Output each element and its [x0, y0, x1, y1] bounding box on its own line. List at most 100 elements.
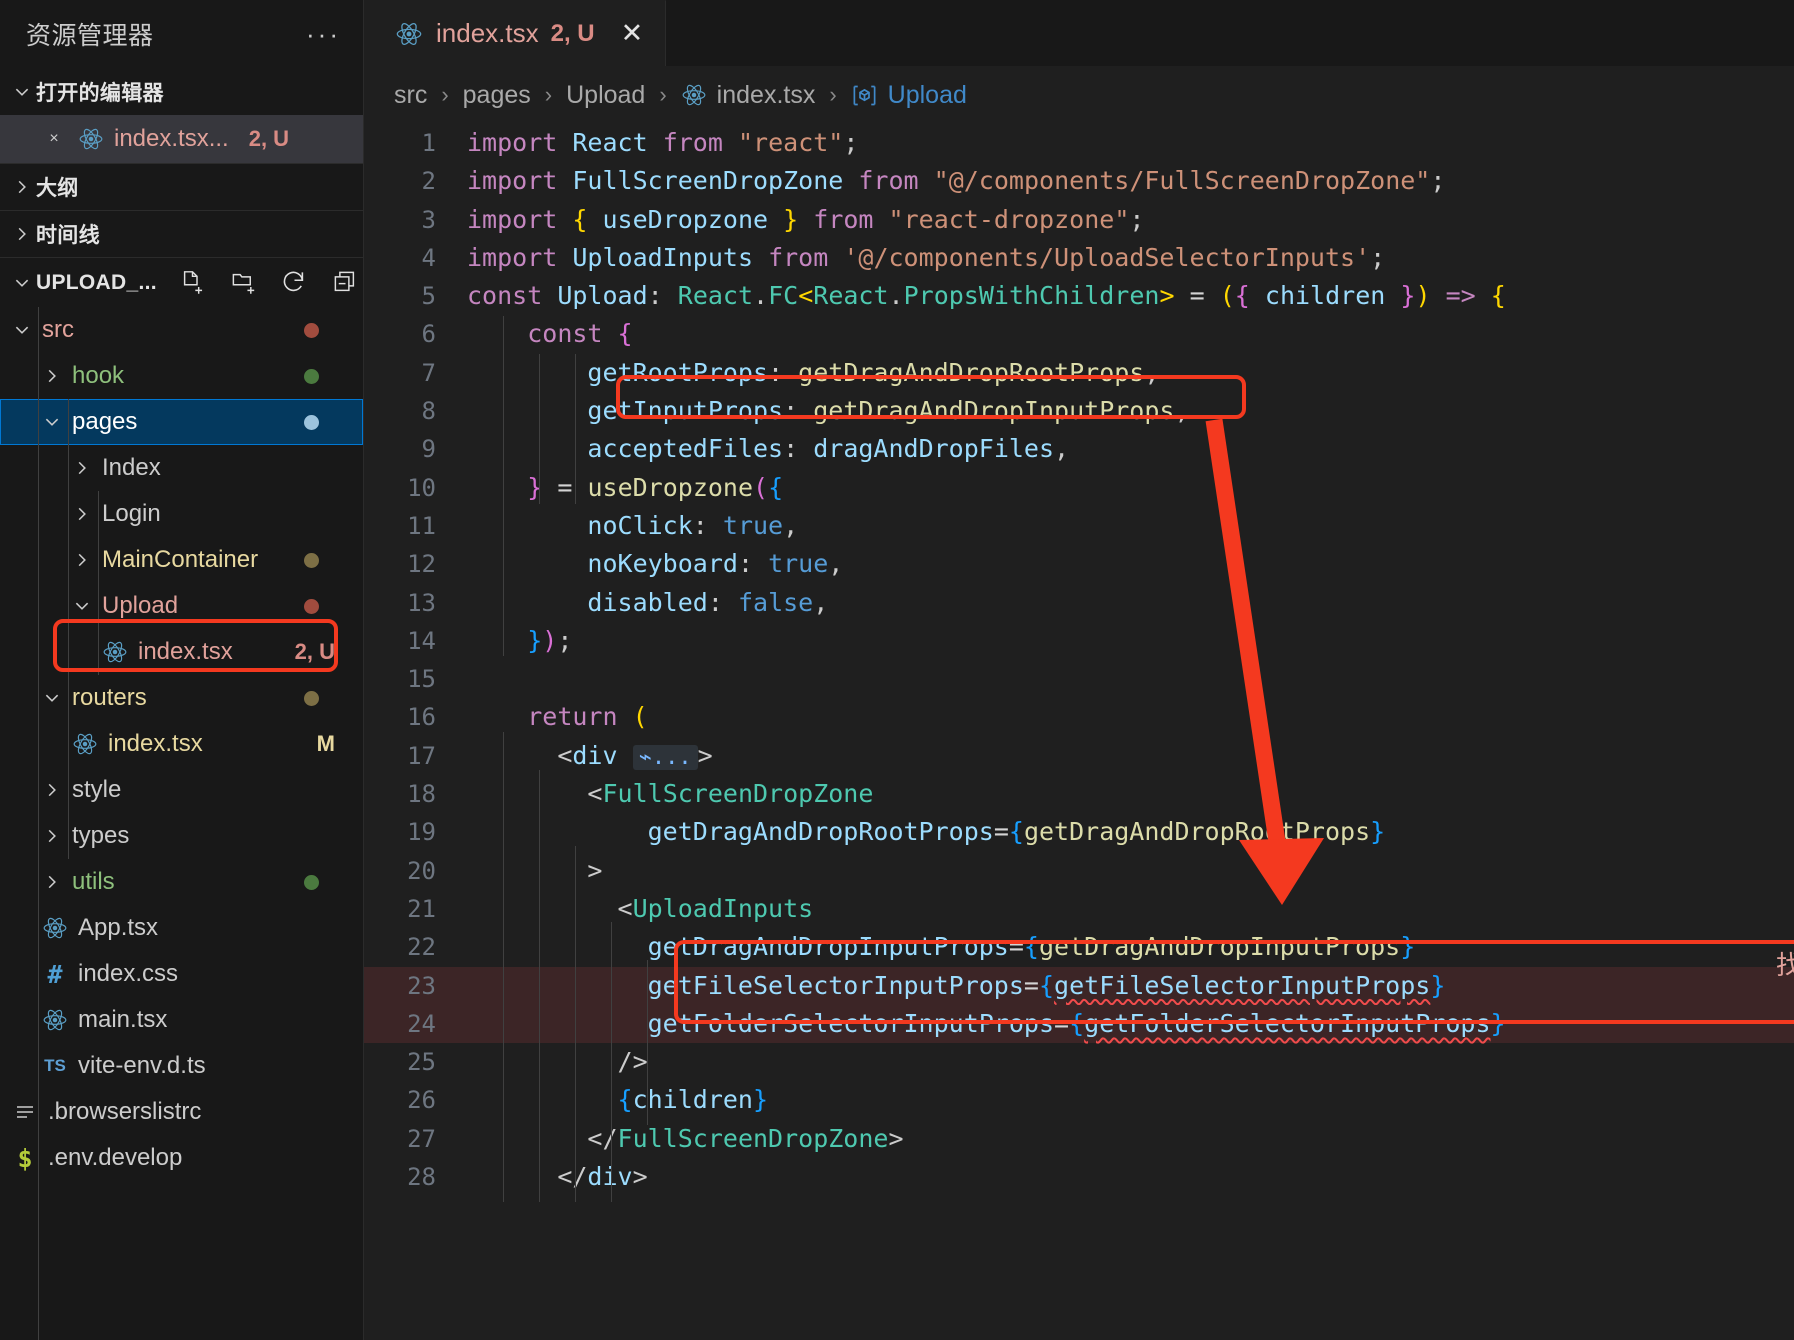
line-number: 18: [407, 780, 436, 809]
tree-item-login[interactable]: Login: [0, 491, 363, 537]
code-line-6[interactable]: 6 const {: [364, 315, 1794, 353]
section-outline[interactable]: 大纲: [0, 163, 363, 210]
tree-item-pages[interactable]: pages: [0, 399, 363, 445]
close-icon[interactable]: ✕: [621, 20, 644, 47]
tree-item-label: style: [72, 776, 122, 803]
code-line-18[interactable]: 18 <FullScreenDropZone: [364, 775, 1794, 813]
tree-item-index.css[interactable]: # index.css: [0, 951, 363, 997]
code-line-26[interactable]: 26 {children}: [364, 1081, 1794, 1119]
code-line-1[interactable]: 1 import React from "react";: [364, 124, 1794, 162]
tree-item-label: MainContainer: [102, 546, 259, 573]
tree-item-routers[interactable]: routers: [0, 675, 363, 721]
tree-item-label: utils: [72, 868, 115, 895]
tree-item-upload[interactable]: Upload: [0, 583, 363, 629]
code-line-8[interactable]: 8 getInputProps: getDragAndDropInputProp…: [364, 392, 1794, 430]
tree-item-hook[interactable]: hook: [0, 353, 363, 399]
tree-item-label: .browserslistrc: [48, 1098, 202, 1125]
code-line-4[interactable]: 4 import UploadInputs from '@/components/…: [364, 239, 1794, 277]
line-number: 15: [407, 665, 436, 694]
new-folder-icon[interactable]: [230, 269, 257, 296]
code-line-16[interactable]: 16 return (: [364, 698, 1794, 736]
close-icon[interactable]: ×: [34, 130, 74, 148]
tree-item-src[interactable]: src: [0, 307, 363, 353]
tree-item-main.tsx[interactable]: main.tsx: [0, 997, 363, 1043]
code-line-9[interactable]: 9 acceptedFiles: dragAndDropFiles,: [364, 430, 1794, 468]
refresh-icon[interactable]: [281, 269, 308, 296]
indent-guide: [98, 491, 99, 675]
code-editor[interactable]: 1 import React from "react"; 2 import FullS…: [364, 124, 1794, 1202]
line-content: getFolderSelectorInputProps={getFolderSe…: [647, 1008, 1506, 1038]
breadcrumb-item-upload[interactable]: Upload: [851, 81, 967, 110]
react-file-icon: [38, 1007, 72, 1033]
workspace-actions: [179, 269, 359, 296]
tree-item-index[interactable]: Index: [0, 445, 363, 491]
line-content: });: [527, 625, 573, 655]
code-line-23[interactable]: 23 getFileSelectorInputProps={getFileSel…: [364, 966, 1794, 1005]
code-line-5[interactable]: 5 const Upload: React.FC<React.PropsWithC…: [364, 277, 1794, 315]
react-file-icon: [98, 639, 132, 665]
code-line-24[interactable]: 24 getFolderSelectorInputProps={getFolde…: [364, 1004, 1794, 1044]
explorer-more-actions-icon[interactable]: ···: [306, 21, 341, 47]
code-line-7[interactable]: 7 getRootProps: getDragAndDropRootProps,: [364, 354, 1794, 392]
code-line-12[interactable]: 12 noKeyboard: true,: [364, 545, 1794, 583]
breadcrumb-label: Upload: [566, 80, 646, 109]
indent-guide: [575, 354, 576, 504]
chevron-right-icon: [38, 827, 66, 845]
tree-item-index.tsx[interactable]: index.tsx 2, U: [0, 629, 363, 675]
breadcrumb-item-index-tsx[interactable]: index.tsx: [681, 81, 815, 110]
tree-item-status-dot: [304, 598, 319, 614]
code-line-2[interactable]: 2 import FullScreenDropZone from "@/compo…: [364, 162, 1794, 200]
tree-item-utils[interactable]: utils: [0, 859, 363, 905]
line-number: 1: [421, 129, 436, 157]
tree-item-.env.develop[interactable]: $ .env.develop: [0, 1135, 363, 1181]
line-content: acceptedFiles: dragAndDropFiles,: [587, 434, 1070, 464]
tree-item-app.tsx[interactable]: App.tsx: [0, 905, 363, 951]
code-line-10[interactable]: 10 } = useDropzone({: [364, 469, 1794, 507]
line-number: 11: [407, 511, 436, 540]
section-timeline[interactable]: 时间线: [0, 210, 363, 257]
code-line-15[interactable]: 15: [364, 660, 1794, 698]
breadcrumb-item-src[interactable]: src: [394, 81, 427, 110]
line-number: 28: [407, 1163, 436, 1192]
breadcrumb-separator: ›: [829, 82, 837, 107]
workspace-header[interactable]: UPLOAD_...: [0, 257, 363, 307]
line-content: getRootProps: getDragAndDropRootProps,: [587, 357, 1160, 387]
tree-item-maincontainer[interactable]: MainContainer: [0, 537, 363, 583]
code-line-19[interactable]: 19 getDragAndDropRootProps={getDragAndDr…: [364, 813, 1794, 851]
code-line-21[interactable]: 21 <UploadInputs: [364, 890, 1794, 928]
tree-item-label: routers: [72, 684, 147, 711]
code-line-13[interactable]: 13 disabled: false,: [364, 584, 1794, 622]
tree-item-badge: 2, U: [294, 639, 335, 664]
tree-item-.browserslistrc[interactable]: .browserslistrc: [0, 1089, 363, 1135]
code-line-22[interactable]: 22 getDragAndDropInputProps={getDragAndD…: [364, 928, 1794, 966]
code-line-25[interactable]: 25 />: [364, 1043, 1794, 1081]
tree-item-vite-env.d.ts[interactable]: TS vite-env.d.ts: [0, 1043, 363, 1089]
collapse-all-icon[interactable]: [332, 269, 359, 296]
tree-item-types[interactable]: types: [0, 813, 363, 859]
tree-item-index.tsx[interactable]: index.tsx M: [0, 721, 363, 767]
code-line-17[interactable]: 17 <div ⌁... >: [364, 737, 1794, 775]
open-editor-item-index-tsx[interactable]: × index.tsx... 2, U: [0, 115, 363, 163]
line-number: 23: [407, 971, 436, 1000]
tree-item-label: Upload: [102, 592, 179, 619]
new-file-icon[interactable]: [179, 269, 206, 296]
code-line-20[interactable]: 20 >: [364, 852, 1794, 890]
section-open-editors[interactable]: 打开的编辑器: [0, 68, 363, 115]
open-editor-badge: 2, U: [248, 126, 290, 151]
tree-item-label: main.tsx: [78, 1006, 168, 1033]
breadcrumb-separator: ›: [544, 82, 553, 107]
breadcrumb-item-upload[interactable]: Upload: [566, 81, 645, 110]
code-line-27[interactable]: 27 </FullScreenDropZone>: [364, 1120, 1794, 1158]
code-line-11[interactable]: 11 noClick: true,: [364, 507, 1794, 545]
tree-item-style[interactable]: style: [0, 767, 363, 813]
line-number: 25: [407, 1048, 436, 1077]
tab-index-tsx[interactable]: index.tsx 2, U ✕: [364, 0, 667, 66]
code-line-28[interactable]: 28 </div>: [364, 1158, 1794, 1196]
line-content: />: [617, 1047, 648, 1077]
line-content: getFileSelectorInputProps={getFileSelect…: [647, 970, 1446, 1000]
code-line-3[interactable]: 3 import { useDropzone } from "react-drop…: [364, 201, 1794, 239]
code-line-14[interactable]: 14 });: [364, 622, 1794, 660]
workspace-name: UPLOAD_...: [36, 270, 157, 294]
breadcrumb-item-pages[interactable]: pages: [463, 81, 531, 110]
indent-guide: [38, 307, 39, 1340]
